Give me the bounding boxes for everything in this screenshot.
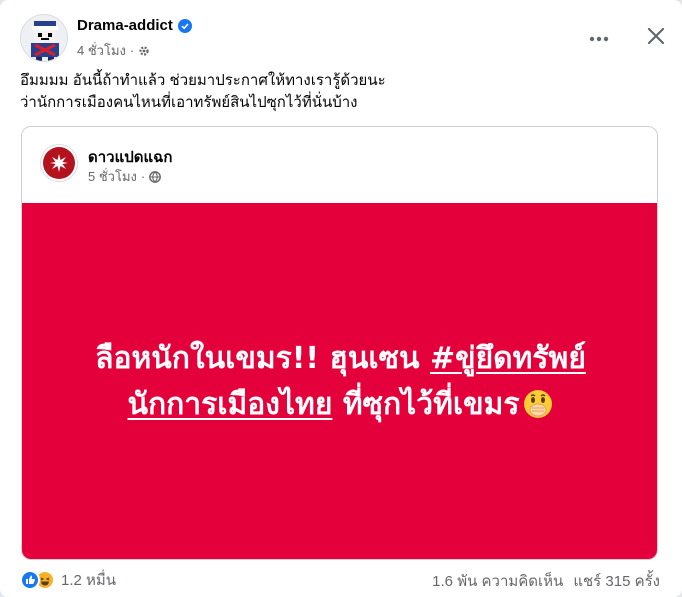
- author-avatar[interactable]: [20, 14, 68, 62]
- author-name-row: Drama-addict: [77, 17, 192, 34]
- page-avatar[interactable]: [40, 144, 78, 182]
- banner-text: ที่ซุกไว้ที่เขมร: [332, 386, 520, 422]
- share-count[interactable]: แชร์ 315 ครั้ง: [573, 569, 660, 593]
- shared-post-header: ดาวแปดแฉก 5 ชั่วโมง ·: [40, 144, 640, 184]
- banner-headline: ลือหนักในเขมร!! ฮุนเซน #ขู่ยึดทรัพย์ นัก…: [41, 336, 641, 428]
- banner-hashtag: #ขู่ยึดทรัพย์: [429, 340, 586, 376]
- globe-icon: [149, 170, 162, 183]
- like-icon: [20, 570, 40, 590]
- post-footer: 1.2 หมื่น 1.6 พัน ความคิดเห็น แชร์ 315 ค…: [20, 566, 660, 590]
- post-message-line: ว่านักการเมืองคนไหนที่เอาทรัพย์สินไปซุกไ…: [20, 94, 358, 111]
- meta-separator: ·: [140, 169, 146, 184]
- more-options-button[interactable]: [583, 22, 615, 54]
- post-header: Drama-addict 4 ชั่วโมง ·: [20, 14, 665, 62]
- banner-text: ลือหนักในเขมร!! ฮุนเซน: [95, 340, 430, 376]
- author-name[interactable]: Drama-addict: [77, 17, 173, 34]
- post-message-line: อึมมมม อันนี้ถ้าทำแล้ว ช่วยมาประกาศให้ทา…: [20, 72, 386, 89]
- verified-badge-icon: [177, 18, 192, 33]
- face-with-hand-over-mouth-icon: [522, 388, 554, 420]
- reactions-summary[interactable]: 1.2 หมื่น: [20, 568, 116, 592]
- shared-post-meta: 5 ชั่วโมง ·: [88, 166, 162, 187]
- banner-line-1: ลือหนักในเขมร!! ฮุนเซน #ขู่ยึดทรัพย์: [41, 336, 641, 382]
- banner-line-2: นักการเมืองไทย ที่ซุกไว้ที่เขมร: [41, 382, 641, 428]
- engagement-stats: 1.6 พัน ความคิดเห็น แชร์ 315 ครั้ง: [432, 569, 660, 593]
- more-horizontal-icon: [589, 29, 609, 47]
- post-time[interactable]: 4 ชั่วโมง: [77, 40, 126, 61]
- comment-count[interactable]: 1.6 พัน ความคิดเห็น: [432, 569, 563, 593]
- post-meta: 4 ชั่วโมง ·: [77, 40, 150, 61]
- post-card: Drama-addict 4 ชั่วโมง · อึมมมม อันนี้ถ้…: [0, 0, 682, 597]
- close-button[interactable]: [640, 22, 672, 54]
- close-icon: [647, 27, 665, 50]
- banner-text-underlined: นักการเมืองไทย: [127, 386, 333, 422]
- shared-post[interactable]: ดาวแปดแฉก 5 ชั่วโมง · ลือหนักในเขมร!! ฮุ…: [21, 126, 658, 560]
- meta-separator: ·: [129, 43, 135, 58]
- reaction-count[interactable]: 1.2 หมื่น: [61, 568, 116, 592]
- post-message: อึมมมม อันนี้ถ้าทำแล้ว ช่วยมาประกาศให้ทา…: [20, 70, 660, 114]
- gear-icon: [138, 45, 150, 57]
- shared-post-time[interactable]: 5 ชั่วโมง: [88, 166, 137, 187]
- page-logo: [43, 147, 75, 179]
- shared-post-image[interactable]: ลือหนักในเขมร!! ฮุนเซน #ขู่ยึดทรัพย์ นัก…: [22, 203, 657, 559]
